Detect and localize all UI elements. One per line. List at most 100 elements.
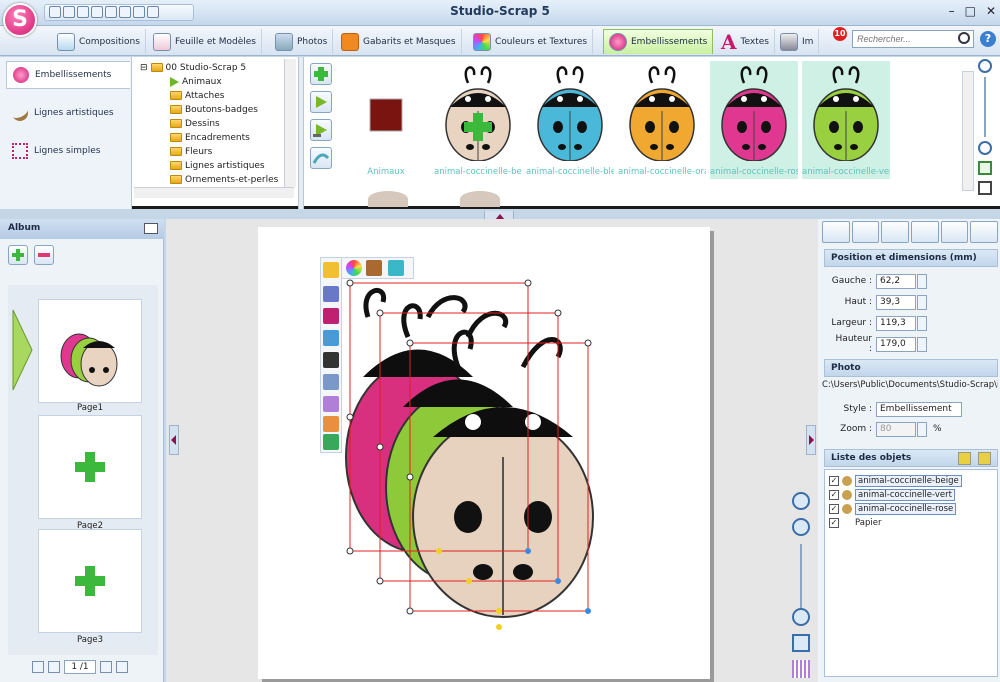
tree-item[interactable]: Lignes artistiques [170,159,265,172]
tab-compositions[interactable]: Compositions [52,29,146,54]
help-icon[interactable]: ? [980,31,996,47]
search-icon[interactable] [958,32,970,44]
tree-horizontal-scrollbar[interactable] [134,187,294,198]
gallery-item[interactable]: animal-coccinelle-beige [434,61,522,179]
page-thumbnail-1[interactable] [38,299,142,403]
forward-button[interactable] [310,91,332,113]
category-lignes-artistiques[interactable]: Lignes artistiques [6,99,130,127]
category-lignes-simples[interactable]: Lignes simples [6,137,130,165]
gallery-item-partial[interactable] [460,191,500,207]
redo-icon[interactable] [851,221,880,243]
position-section-header[interactable]: Position et dimensions (mm) [824,249,998,267]
haut-input[interactable]: 39,3 [876,294,916,310]
layers-icon[interactable] [323,374,339,390]
panel-toggle-icon[interactable] [144,223,158,234]
visibility-checkbox[interactable]: ✓ [829,517,839,528]
gallery-item[interactable]: animal-coccinelle-bleu [526,61,614,179]
apply-button[interactable] [310,119,332,141]
texture-icon[interactable] [366,260,382,276]
object-list-item[interactable]: ✓ animal-coccinelle-rose [829,502,957,515]
align-icon[interactable] [323,416,339,432]
line-tool-button[interactable] [310,147,332,169]
scissors-icon[interactable] [970,221,999,243]
page-number-field[interactable]: 1 /1 [64,660,96,674]
gallery-item-partial[interactable] [368,191,408,207]
add-embellishment-button[interactable] [310,63,332,85]
tree-item[interactable]: Ornements-et-perles [170,173,278,186]
tab-textes[interactable]: A Textes [716,29,775,54]
paste-icon[interactable] [940,221,969,243]
group-icon[interactable] [323,352,339,368]
lock-icon[interactable] [323,262,339,278]
photo-section-header[interactable]: Photo [824,359,998,377]
prev-page-icon[interactable] [48,661,60,673]
panel-splitter[interactable] [298,57,304,209]
notification-badge[interactable]: 10 [833,27,847,41]
tab-couleurs-textures[interactable]: Couleurs et Textures [468,29,594,54]
zoom-out-icon[interactable] [978,141,992,155]
zoom-in-icon[interactable] [792,492,810,510]
visibility-checkbox[interactable]: ✓ [829,489,839,500]
spinner[interactable] [917,315,927,331]
spinner[interactable] [917,336,927,352]
list-view-icon[interactable] [978,181,992,195]
copy-icon[interactable] [881,221,910,243]
largeur-input[interactable]: 119,3 [876,315,916,331]
gallery-item[interactable]: animal-coccinelle-orange [618,61,706,179]
fit-page-icon[interactable] [792,634,810,652]
object-list-item[interactable]: ✓ Papier [829,516,881,529]
gauche-input[interactable]: 62,2 [876,273,916,289]
tree-vertical-scrollbar[interactable] [284,59,296,187]
grid-toggle-icon[interactable] [792,660,810,678]
tab-gabarits-masques[interactable]: Gabarits et Masques [336,29,462,54]
tab-feuille-modeles[interactable]: Feuille et Modèles [148,29,262,54]
object-list-item[interactable]: ✓ animal-coccinelle-beige [829,474,962,487]
photo-icon[interactable] [323,330,339,346]
spinner[interactable] [917,273,927,289]
page-thumbnail-2[interactable] [38,415,142,519]
close-button[interactable]: ✕ [986,4,996,18]
link-icon[interactable] [323,434,339,450]
minimize-button[interactable]: – [949,4,955,18]
object-list-item[interactable]: ✓ animal-coccinelle-vert [829,488,955,501]
pattern-icon[interactable] [323,396,339,412]
gallery-item[interactable]: animal-coccinelle-rose [710,61,798,179]
add-page-button[interactable] [8,245,28,265]
remove-page-button[interactable] [34,245,54,265]
tab-photos[interactable]: Photos [270,29,334,54]
maximize-button[interactable]: □ [965,4,976,18]
last-page-icon[interactable] [116,661,128,673]
tree-item[interactable]: Boutons-badges [170,103,258,116]
tree-root[interactable]: ⊟ 00 Studio-Scrap 5 [140,61,246,74]
move-up-icon[interactable] [958,452,971,465]
zoom-out-icon[interactable] [792,608,810,626]
fill-icon[interactable] [388,260,404,276]
search-input[interactable] [852,30,974,48]
next-page-icon[interactable] [100,661,112,673]
collapse-album-handle[interactable] [169,425,179,455]
shadow-icon[interactable] [323,308,339,324]
zoom-in-icon[interactable] [978,59,992,73]
save-icon[interactable] [911,221,939,243]
visibility-checkbox[interactable]: ✓ [829,475,839,486]
color-wheel-icon[interactable] [346,260,362,276]
zoom-slider[interactable] [984,77,986,137]
style-select[interactable]: Embellissement [876,401,962,417]
tree-item[interactable]: Attaches [170,89,224,102]
zoom-fit-icon[interactable] [792,518,810,536]
tree-item[interactable]: Fleurs [170,145,212,158]
flip-icon[interactable] [323,286,339,302]
tree-item-animaux[interactable]: Animaux [170,75,222,88]
spinner[interactable] [917,294,927,310]
visibility-checkbox[interactable]: ✓ [829,503,839,514]
first-page-icon[interactable] [32,661,44,673]
tab-imprimer[interactable]: Im [775,29,820,54]
undo-icon[interactable] [822,221,850,243]
spinner[interactable] [917,421,927,437]
tab-embellissements[interactable]: Embellissements [603,29,714,54]
gallery-item[interactable]: animal-coccinelle-vert [802,61,890,179]
move-down-icon[interactable] [978,452,991,465]
hauteur-input[interactable]: 179,0 [876,336,916,352]
tree-item[interactable]: Dessins [170,117,220,130]
tree-item[interactable]: Encadrements [170,131,250,144]
